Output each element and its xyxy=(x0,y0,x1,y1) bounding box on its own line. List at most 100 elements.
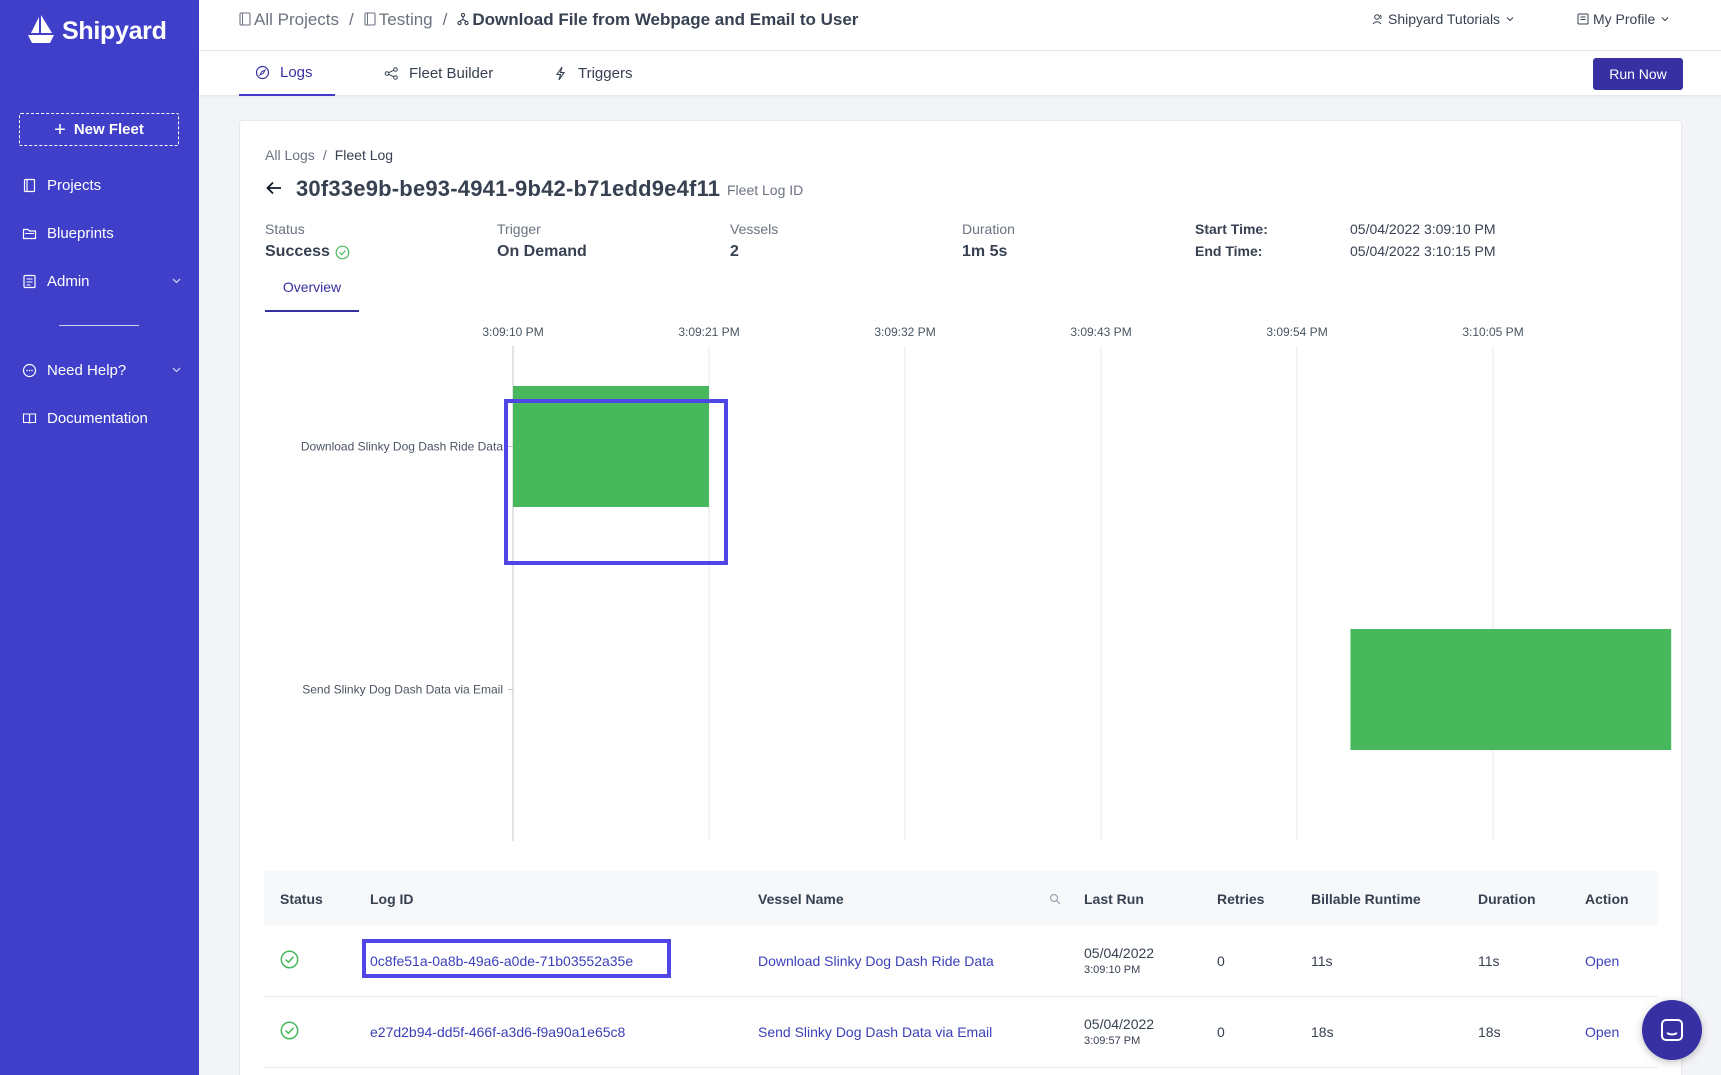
gantt-x-tick-label: 3:09:43 PM xyxy=(1070,325,1131,339)
tab-overview[interactable]: Overview xyxy=(265,279,359,312)
breadcrumb-separator: / xyxy=(349,10,354,29)
chevron-down-icon xyxy=(172,367,181,373)
profile-label: My Profile xyxy=(1593,11,1656,27)
search-icon[interactable] xyxy=(1049,893,1061,905)
check-circle-icon xyxy=(280,1021,299,1040)
vessel-name-link[interactable]: Send Slinky Dog Dash Data via Email xyxy=(758,1024,992,1040)
end-time-label: End Time: xyxy=(1195,243,1263,259)
gantt-svg: 3:09:10 PM 3:09:21 PM 3:09:32 PM 3:09:43 PM… xyxy=(301,325,1672,841)
brand-name: Shipyard xyxy=(62,16,167,45)
start-time-value: 05/04/2022 3:09:10 PM xyxy=(1350,221,1496,237)
tab-logs[interactable]: Logs xyxy=(239,51,335,96)
breadcrumb-all-logs[interactable]: All Logs xyxy=(265,147,315,163)
breadcrumb-project[interactable]: Testing xyxy=(364,10,433,30)
breadcrumb-fleet-log: Fleet Log xyxy=(334,147,394,163)
last-run-time: 3:09:10 PM xyxy=(1084,964,1141,976)
status-value: Success xyxy=(265,243,330,260)
breadcrumb-all-projects[interactable]: All Projects xyxy=(239,10,339,30)
breadcrumb-separator: / xyxy=(442,10,448,29)
col-billable-runtime: Billable Runtime xyxy=(1311,890,1421,907)
last-run: 05/04/2022 3:09:10 PM xyxy=(1084,945,1154,976)
retries-value: 0 xyxy=(1217,953,1225,969)
col-retries: Retries xyxy=(1217,890,1265,907)
sidebar-item-label: Projects xyxy=(47,177,102,194)
run-now-button[interactable]: Run Now xyxy=(1593,58,1683,90)
vessel-name-link[interactable]: Download Slinky Dog Dash Ride Data xyxy=(758,953,994,969)
profile-icon xyxy=(1577,13,1589,25)
trigger-field: Trigger On Demand xyxy=(497,221,587,261)
user-group-icon xyxy=(1372,14,1382,25)
plus-icon: + xyxy=(54,118,66,141)
vessel-logs-table: Status Log ID Vessel Name Last Run Retri… xyxy=(264,871,1658,1068)
book-icon xyxy=(22,413,37,424)
col-action: Action xyxy=(1585,890,1629,907)
log-breadcrumb: All Logs / Fleet Log xyxy=(265,147,393,163)
sidebar: Shipyard + New Fleet Projects Blueprints… xyxy=(0,0,199,1075)
gantt-x-tick-label: 3:09:32 PM xyxy=(874,325,935,339)
gantt-chart: 3:09:10 PM 3:09:21 PM 3:09:32 PM 3:09:43 PM… xyxy=(240,316,1683,861)
billable-runtime-value: 18s xyxy=(1311,1024,1334,1040)
vessels-label: Vessels xyxy=(730,221,779,237)
fleet-log-id: 30f33e9b-be93-4941-9b42-b71edd9e4f11 xyxy=(296,176,721,201)
chevron-down-icon xyxy=(1661,17,1669,22)
col-vessel-name: Vessel Name xyxy=(758,890,844,907)
start-time-label: Start Time: xyxy=(1195,221,1268,237)
tab-fleet-builder[interactable]: Fleet Builder xyxy=(384,51,493,96)
gantt-x-tick-label: 3:09:10 PM xyxy=(482,325,543,339)
sidebar-item-blueprints[interactable]: Blueprints xyxy=(22,225,182,242)
duration-value: 1m 5s xyxy=(962,243,1008,260)
check-circle-icon xyxy=(335,245,350,259)
admin-icon xyxy=(23,274,36,289)
last-run-time: 3:09:57 PM xyxy=(1084,1035,1141,1047)
gantt-bar xyxy=(1350,629,1672,750)
duration-label: Duration xyxy=(962,221,1015,237)
nodes-icon xyxy=(384,67,398,80)
fleet-log-id-label: Fleet Log ID xyxy=(727,182,804,198)
open-link[interactable]: Open xyxy=(1585,953,1619,969)
duration-value: 18s xyxy=(1478,1024,1501,1040)
chat-widget-button[interactable] xyxy=(1642,1000,1702,1060)
shipyard-logo[interactable]: Shipyard xyxy=(24,14,167,48)
sidebar-item-label: Admin xyxy=(47,273,90,290)
tab-triggers[interactable]: Triggers xyxy=(553,51,632,96)
gantt-x-tick-label: 3:10:05 PM xyxy=(1462,325,1523,339)
org-name: Shipyard Tutorials xyxy=(1388,11,1501,27)
last-run: 05/04/2022 3:09:57 PM xyxy=(1084,1016,1154,1047)
sidebar-item-label: Documentation xyxy=(47,410,148,427)
compass-icon xyxy=(255,65,270,80)
profile-menu[interactable]: My Profile xyxy=(1577,11,1671,27)
ship-logo-icon xyxy=(28,15,54,43)
gantt-row-label: Download Slinky Dog Dash Ride Data xyxy=(301,440,503,454)
document-icon xyxy=(239,12,251,26)
gantt-row-label: Send Slinky Dog Dash Data via Email xyxy=(302,683,503,697)
folder-icon xyxy=(22,228,37,240)
status-label: Status xyxy=(265,221,305,237)
sidebar-item-label: Blueprints xyxy=(47,225,114,242)
chat-icon xyxy=(1661,1019,1683,1041)
open-link[interactable]: Open xyxy=(1585,1024,1619,1040)
fleet-tabs: Logs Fleet Builder Triggers Run Now xyxy=(199,51,1721,96)
trigger-label: Trigger xyxy=(497,221,541,237)
log-id-link[interactable]: e27d2b94-dd5f-466f-a3d6-f9a90a1e65c8 xyxy=(370,1024,625,1040)
duration-field: Duration 1m 5s xyxy=(962,221,1015,261)
check-circle-icon xyxy=(280,950,299,969)
org-switcher[interactable]: Shipyard Tutorials xyxy=(1372,11,1516,27)
vessels-field: Vessels 2 xyxy=(730,221,778,261)
sidebar-item-need-help[interactable]: Need Help? xyxy=(22,362,182,379)
new-fleet-button[interactable]: + New Fleet xyxy=(19,113,179,146)
col-duration: Duration xyxy=(1478,890,1536,907)
back-arrow-icon[interactable] xyxy=(265,179,283,197)
status-field: Status Success xyxy=(265,221,350,261)
tab-label: Triggers xyxy=(578,65,633,82)
new-fleet-label: New Fleet xyxy=(73,121,144,138)
col-last-run: Last Run xyxy=(1084,890,1144,907)
last-run-date: 05/04/2022 xyxy=(1084,1016,1155,1032)
log-id-link[interactable]: 0c8fe51a-0a8b-49a6-a0de-71b03552a35e xyxy=(370,953,633,969)
chevron-down-icon xyxy=(172,278,181,284)
sidebar-item-projects[interactable]: Projects xyxy=(22,177,182,194)
billable-runtime-value: 11s xyxy=(1311,953,1333,969)
sidebar-item-documentation[interactable]: Documentation xyxy=(22,410,182,427)
duration-value: 11s xyxy=(1478,953,1500,969)
table-row: e27d2b94-dd5f-466f-a3d6-f9a90a1e65c8 Sen… xyxy=(264,997,1658,1068)
sidebar-item-admin[interactable]: Admin xyxy=(22,273,182,290)
